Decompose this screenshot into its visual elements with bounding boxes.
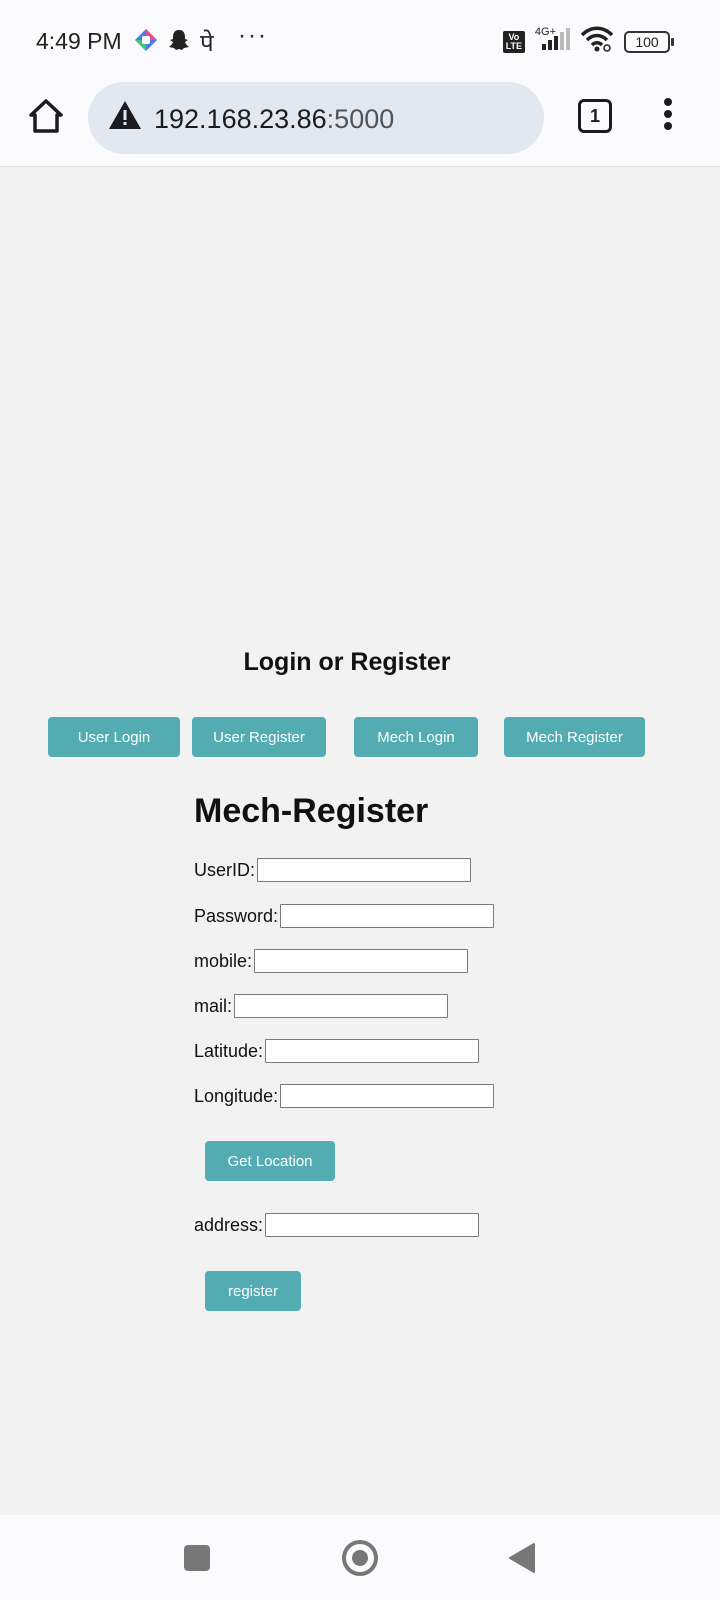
password-row: Password: (194, 904, 495, 928)
userid-input[interactable] (257, 858, 472, 882)
tabs-icon[interactable]: 1 (578, 99, 612, 133)
more-notifications-icon: ··· (238, 22, 268, 49)
get-location-button[interactable]: Get Location (205, 1141, 335, 1181)
url-port: :5000 (326, 104, 395, 134)
mail-row: mail: (194, 994, 449, 1018)
user-register-button[interactable]: User Register (192, 717, 326, 757)
form-title: Mech-Register (194, 792, 429, 830)
user-login-button[interactable]: User Login (48, 717, 180, 757)
status-bar: 4:49 PM पे ··· Vo LTE 4G+ 100 (0, 0, 720, 82)
latitude-label: Latitude: (194, 1040, 264, 1061)
system-nav-bar (0, 1515, 720, 1600)
userid-row: UserID: (194, 858, 472, 882)
volte-icon: Vo LTE (502, 30, 525, 53)
network-type: 4G+ (534, 25, 556, 38)
url-bar[interactable]: 192.168.23.86:5000 (88, 82, 544, 154)
home-nav-icon[interactable] (342, 1540, 378, 1576)
mobile-label: mobile: (194, 950, 253, 971)
longitude-input[interactable] (280, 1084, 495, 1108)
status-time: 4:49 PM (36, 28, 122, 54)
browser-toolbar: 192.168.23.86:5000 1 (0, 82, 720, 167)
more-vert-icon[interactable] (660, 98, 676, 134)
latitude-row: Latitude: (194, 1039, 480, 1063)
address-row: address: (194, 1213, 480, 1237)
mech-register-button[interactable]: Mech Register (504, 717, 645, 757)
latitude-input[interactable] (265, 1039, 480, 1063)
wifi-icon (580, 26, 614, 57)
snapchat-icon (168, 28, 190, 57)
status-indicators: Vo LTE 4G+ 100 (502, 25, 674, 57)
mobile-input[interactable] (254, 949, 469, 973)
battery-icon: 100 (624, 30, 674, 53)
register-button[interactable]: register (205, 1271, 301, 1311)
page-heading: Login or Register (243, 648, 451, 676)
address-input[interactable] (265, 1213, 480, 1237)
mail-label: mail: (194, 995, 233, 1016)
userid-label: UserID: (194, 859, 256, 880)
mail-input[interactable] (234, 994, 449, 1018)
url-host: 192.168.23.86 (154, 104, 327, 134)
mech-login-button[interactable]: Mech Login (354, 717, 478, 757)
back-icon[interactable] (508, 1542, 536, 1579)
home-icon[interactable] (26, 96, 66, 136)
password-input[interactable] (280, 904, 495, 928)
app-notification-icon (134, 28, 158, 57)
address-label: address: (194, 1214, 264, 1235)
url-text[interactable]: 192.168.23.86:5000 (154, 104, 394, 135)
warning-icon[interactable] (108, 100, 142, 135)
recents-icon[interactable] (184, 1545, 210, 1571)
longitude-row: Longitude: (194, 1084, 495, 1108)
longitude-label: Longitude: (194, 1085, 279, 1106)
devanagari-app-icon: पे (200, 29, 214, 57)
password-label: Password: (194, 905, 279, 926)
mobile-row: mobile: (194, 949, 469, 973)
